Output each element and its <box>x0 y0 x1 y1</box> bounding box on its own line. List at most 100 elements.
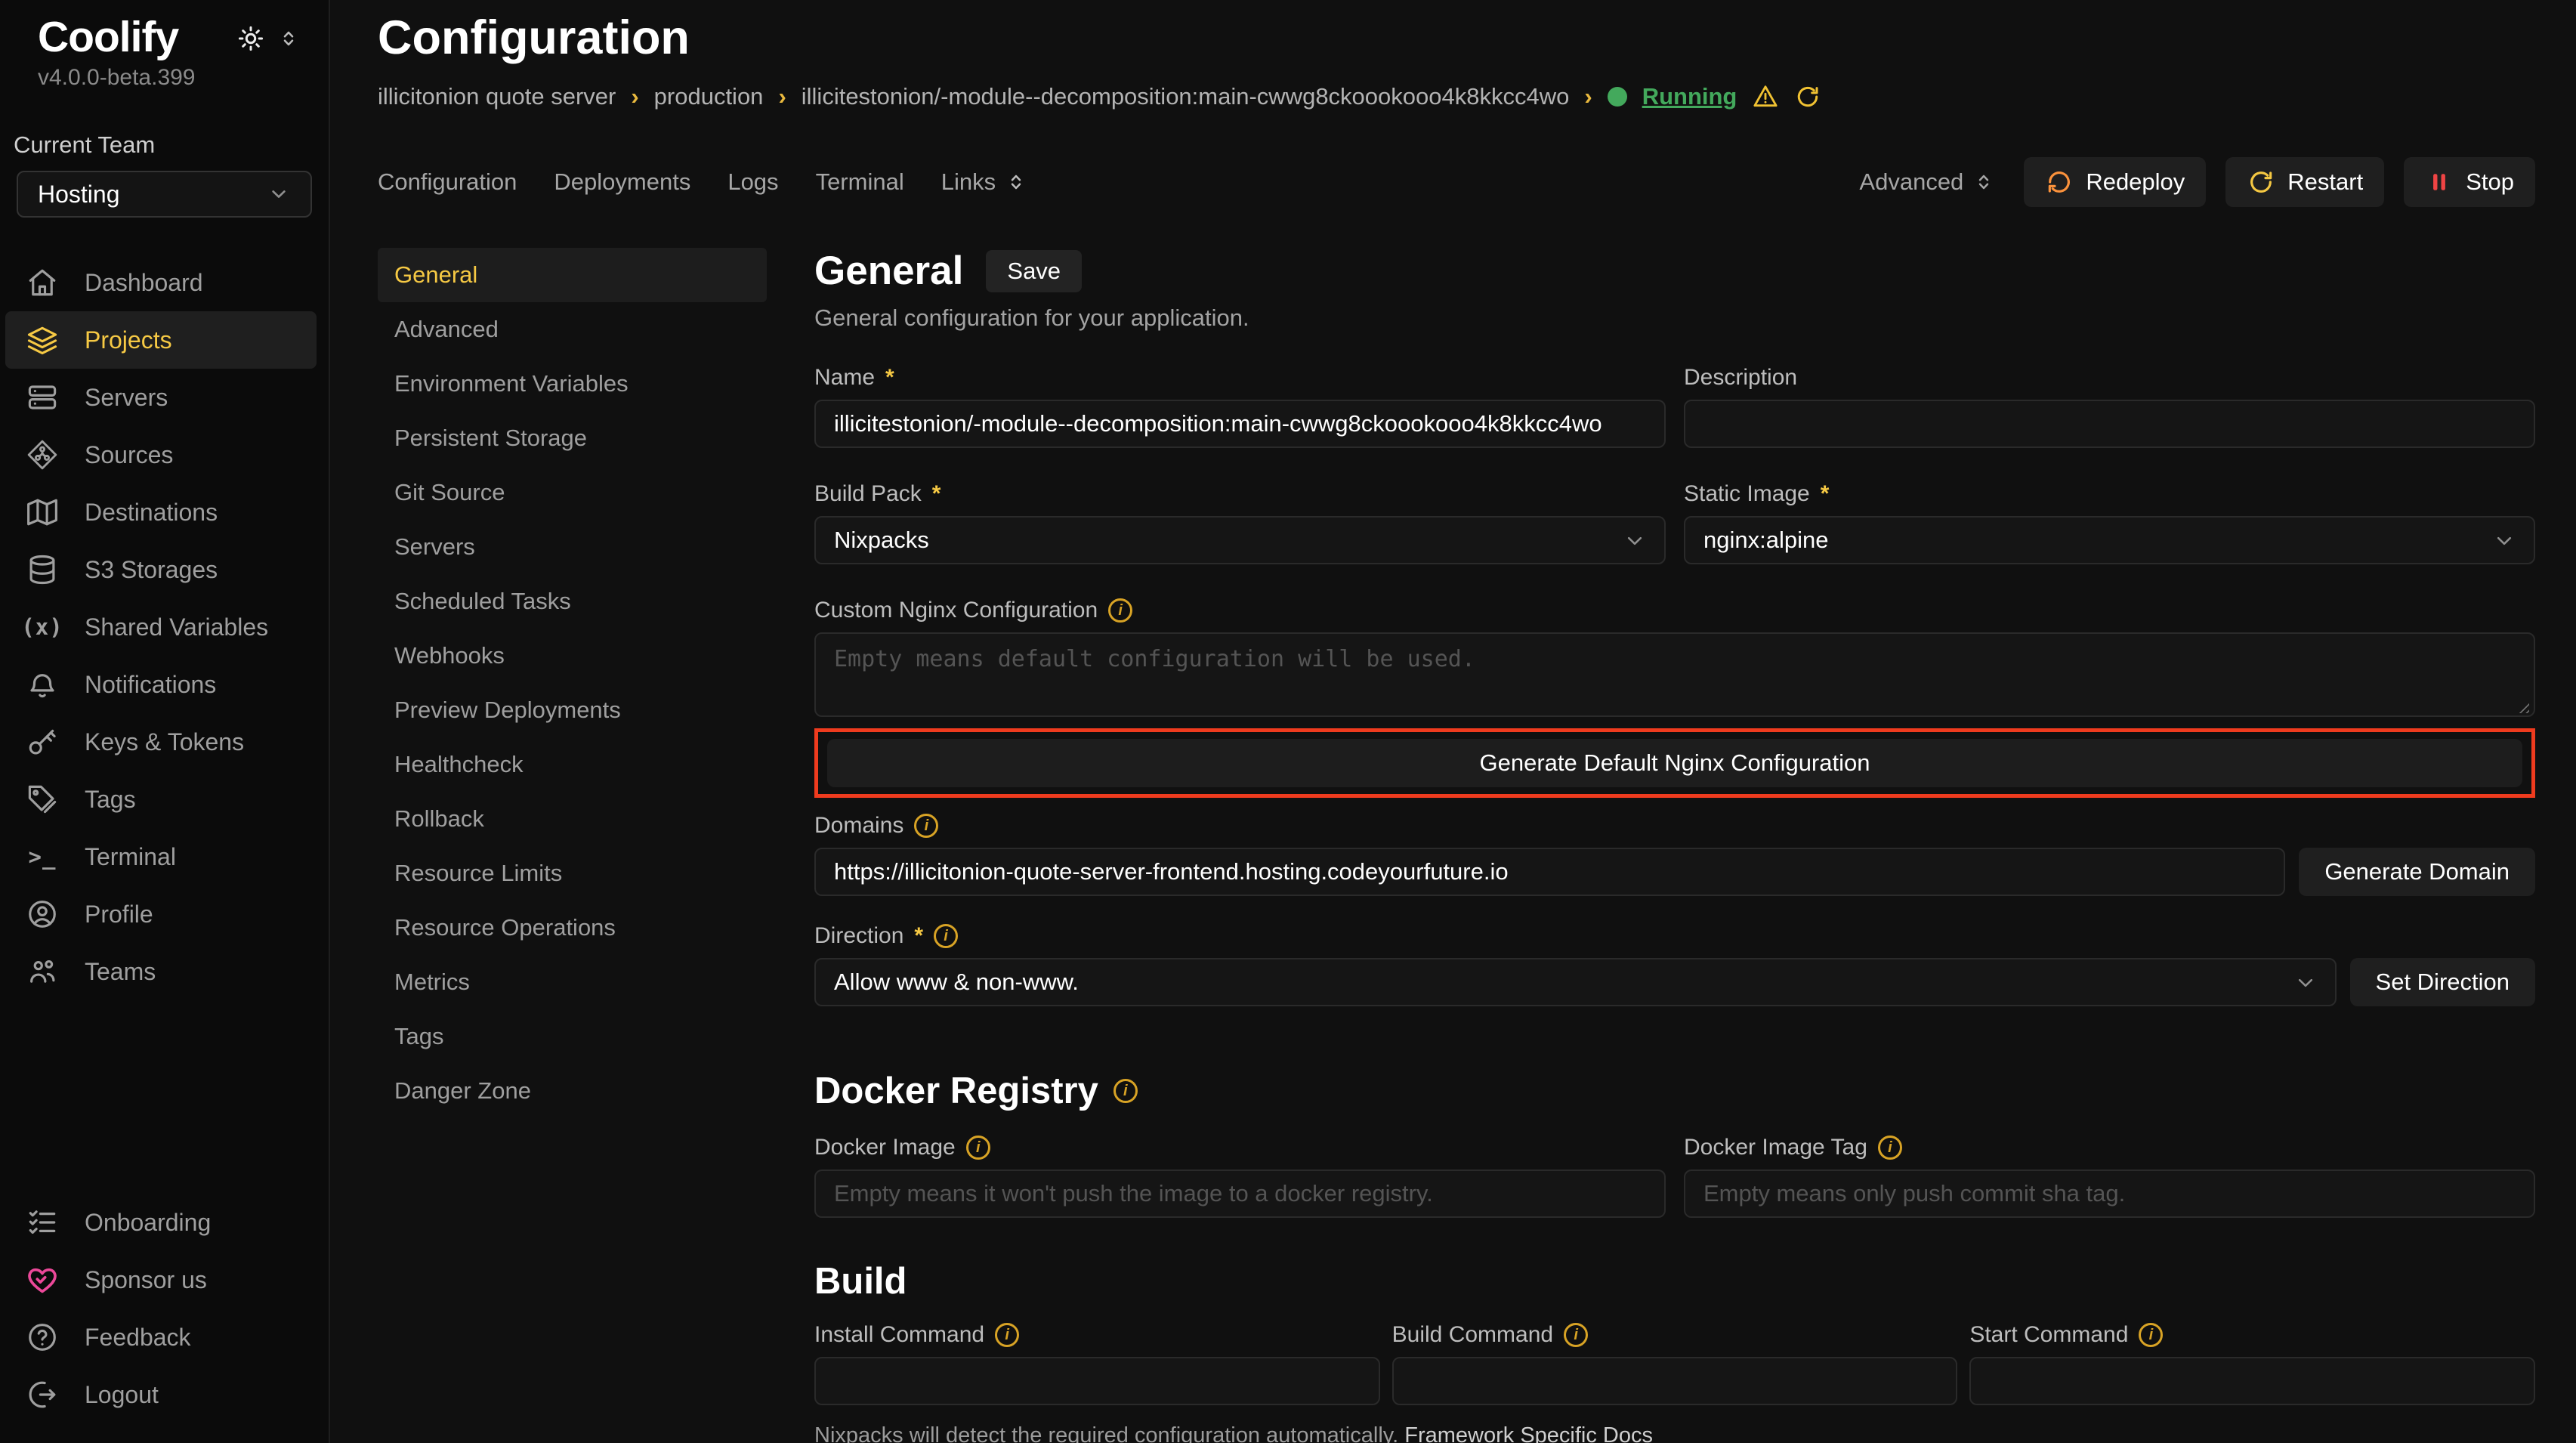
tab-logs[interactable]: Logs <box>727 168 778 196</box>
sidebar-item-destinations[interactable]: Destinations <box>5 484 317 541</box>
sidebar-item-servers[interactable]: Servers <box>5 369 317 426</box>
restart-button[interactable]: Restart <box>2225 157 2384 207</box>
app-window: Coolify v4.0.0-beta.399 Current Team Hos… <box>0 0 2576 1443</box>
subnav-rollback[interactable]: Rollback <box>378 792 767 846</box>
info-icon[interactable]: i <box>2139 1323 2163 1347</box>
advanced-dropdown[interactable]: Advanced <box>1859 168 1995 196</box>
subnav-advanced[interactable]: Advanced <box>378 302 767 357</box>
subnav-scheduled-tasks[interactable]: Scheduled Tasks <box>378 574 767 629</box>
nixpacks-note: Nixpacks will detect the required config… <box>814 1423 2535 1443</box>
docker-image-tag-field[interactable] <box>1684 1170 2535 1218</box>
build-pack-select[interactable]: Nixpacks <box>814 516 1666 564</box>
subnav-persistent-storage[interactable]: Persistent Storage <box>378 411 767 465</box>
sidebar-item-terminal[interactable]: >_ Terminal <box>5 828 317 885</box>
set-direction-button[interactable]: Set Direction <box>2350 958 2535 1006</box>
subnav-tags[interactable]: Tags <box>378 1009 767 1064</box>
start-command-field[interactable] <box>1969 1357 2535 1405</box>
name-field[interactable] <box>814 400 1666 448</box>
sidebar-item-sources[interactable]: Sources <box>5 426 317 484</box>
subnav-servers[interactable]: Servers <box>378 520 767 574</box>
refresh-icon[interactable] <box>1794 83 1821 110</box>
subnav-healthcheck[interactable]: Healthcheck <box>378 737 767 792</box>
subnav-metrics[interactable]: Metrics <box>378 955 767 1009</box>
info-icon[interactable]: i <box>1113 1079 1138 1103</box>
name-label: Name* <box>814 365 1666 391</box>
subnav-resource-limits[interactable]: Resource Limits <box>378 846 767 901</box>
description-field[interactable] <box>1684 400 2535 448</box>
section-heading-general: General <box>814 248 963 294</box>
sidebar-item-notifications[interactable]: Notifications <box>5 656 317 713</box>
build-command-field[interactable] <box>1392 1357 1958 1405</box>
custom-nginx-textarea[interactable] <box>814 632 2535 717</box>
tab-terminal[interactable]: Terminal <box>816 168 904 196</box>
app-logo: Coolify <box>38 12 178 62</box>
sidebar-item-teams[interactable]: Teams <box>5 943 317 1000</box>
info-icon[interactable]: i <box>934 924 958 948</box>
info-icon[interactable]: i <box>966 1136 990 1160</box>
main-content: Configuration illicitonion quote server … <box>330 0 2576 1443</box>
status-badge[interactable]: Running <box>1642 83 1737 110</box>
heart-handshake-icon <box>26 1263 59 1296</box>
install-command-field[interactable] <box>814 1357 1380 1405</box>
sidebar-item-dashboard[interactable]: Dashboard <box>5 254 317 311</box>
docker-image-field[interactable] <box>814 1170 1666 1218</box>
theme-switcher[interactable] <box>236 24 300 53</box>
info-icon[interactable]: i <box>995 1323 1019 1347</box>
subnav-general[interactable]: General <box>378 248 767 302</box>
sidebar-item-shared-variables[interactable]: (x) Shared Variables <box>5 598 317 656</box>
subnav-resource-operations[interactable]: Resource Operations <box>378 901 767 955</box>
subnav-git-source[interactable]: Git Source <box>378 465 767 520</box>
breadcrumb-separator: › <box>1584 83 1592 110</box>
subnav-webhooks[interactable]: Webhooks <box>378 629 767 683</box>
redeploy-button[interactable]: Redeploy <box>2024 157 2206 207</box>
domains-field[interactable] <box>814 848 2285 896</box>
info-icon[interactable]: i <box>1564 1323 1588 1347</box>
git-source-icon <box>26 438 59 471</box>
subnav-environment-variables[interactable]: Environment Variables <box>378 357 767 411</box>
warning-triangle-icon[interactable] <box>1752 83 1779 110</box>
breadcrumb-environment[interactable]: production <box>654 83 764 110</box>
database-icon <box>26 553 59 586</box>
sidebar-item-s3-storages[interactable]: S3 Storages <box>5 541 317 598</box>
sidebar-item-sponsor[interactable]: Sponsor us <box>5 1251 317 1309</box>
generate-nginx-config-button[interactable]: Generate Default Nginx Configuration <box>827 739 2522 787</box>
breadcrumb-project[interactable]: illicitonion quote server <box>378 83 616 110</box>
info-icon[interactable]: i <box>1878 1136 1902 1160</box>
framework-docs-link[interactable]: Framework Specific Docs <box>1404 1423 1653 1443</box>
sidebar-item-feedback[interactable]: Feedback <box>5 1309 317 1366</box>
static-image-label: Static Image* <box>1684 481 2535 507</box>
sidebar-item-onboarding[interactable]: Onboarding <box>5 1194 317 1251</box>
chevron-down-icon <box>267 182 291 206</box>
user-icon <box>26 898 59 931</box>
static-image-select[interactable]: nginx:alpine <box>1684 516 2535 564</box>
stop-button[interactable]: Stop <box>2404 157 2535 207</box>
breadcrumb-application[interactable]: illicitestonion/-module--decomposition:m… <box>802 83 1570 110</box>
sun-icon <box>236 24 265 53</box>
pause-icon <box>2425 168 2454 196</box>
tab-deployments[interactable]: Deployments <box>554 168 690 196</box>
subnav-preview-deployments[interactable]: Preview Deployments <box>378 683 767 737</box>
sidebar-item-tags[interactable]: Tags <box>5 771 317 828</box>
tab-configuration[interactable]: Configuration <box>378 168 517 196</box>
sidebar-item-keys-tokens[interactable]: Keys & Tokens <box>5 713 317 771</box>
direction-select[interactable]: Allow www & non-www. <box>814 958 2337 1006</box>
description-label: Description <box>1684 365 2535 391</box>
save-button[interactable]: Save <box>986 250 1082 292</box>
chevron-down-icon <box>2491 528 2517 554</box>
info-icon[interactable]: i <box>914 814 938 838</box>
map-icon <box>26 496 59 529</box>
sidebar-item-profile[interactable]: Profile <box>5 885 317 943</box>
chevron-updown-icon <box>277 27 300 50</box>
app-version: v4.0.0-beta.399 <box>0 65 329 91</box>
tab-links[interactable]: Links <box>941 168 1027 196</box>
info-icon[interactable]: i <box>1108 598 1132 623</box>
terminal-icon: >_ <box>26 840 59 873</box>
status-dot <box>1608 87 1627 107</box>
sidebar-footer-menu: Onboarding Sponsor us Feedback Logout <box>0 1194 329 1443</box>
subnav-danger-zone[interactable]: Danger Zone <box>378 1064 767 1118</box>
chevron-updown-icon <box>1972 171 1995 193</box>
sidebar-item-projects[interactable]: Projects <box>5 311 317 369</box>
generate-domain-button[interactable]: Generate Domain <box>2299 848 2535 896</box>
team-select[interactable]: Hosting <box>17 171 312 218</box>
sidebar-item-logout[interactable]: Logout <box>5 1366 317 1423</box>
